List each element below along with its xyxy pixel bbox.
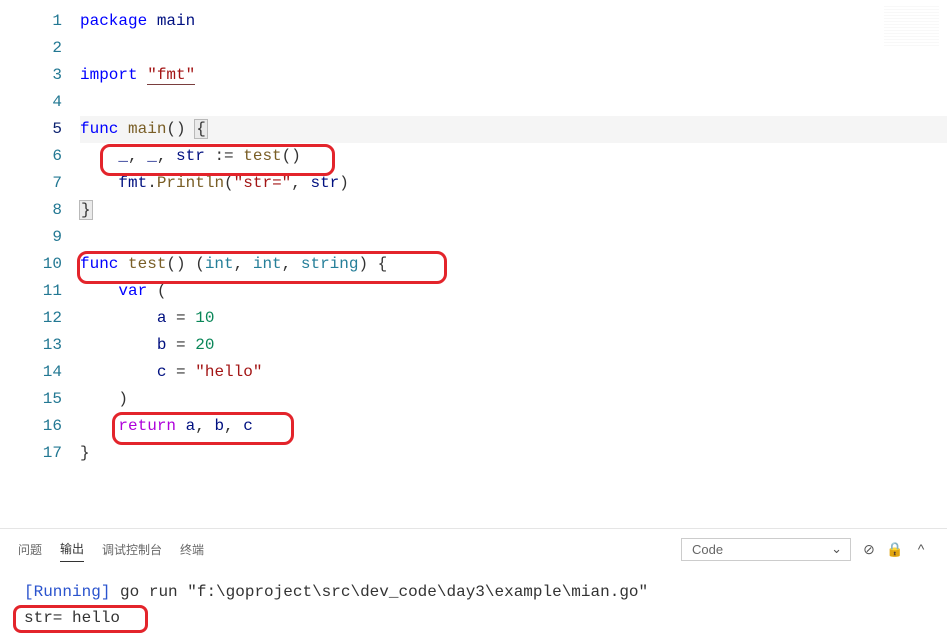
code-line[interactable]: } [80,440,947,467]
terminal-line-output: str= hello [24,605,929,631]
line-number: 17 [0,440,62,467]
code-line[interactable]: func test() (int, int, string) { [80,251,947,278]
line-number: 3 [0,62,62,89]
code-line[interactable]: import "fmt" [80,62,947,89]
code-line[interactable] [80,224,947,251]
code-content[interactable]: package main import "fmt" func main() { … [80,0,947,528]
code-line[interactable] [80,35,947,62]
code-line[interactable]: fmt.Println("str=", str) [80,170,947,197]
panel-tab[interactable]: 问题 [18,537,42,562]
code-line[interactable]: a = 10 [80,305,947,332]
line-number: 8 [0,197,62,224]
panel-tabs: 问题输出调试控制台终端 Code ⊘ 🔒 ^ [18,535,929,563]
panel-tab[interactable]: 输出 [60,536,84,562]
line-number: 4 [0,89,62,116]
chevron-up-icon[interactable]: ^ [913,541,929,557]
line-number: 16 [0,413,62,440]
terminal-line-running: [Running] go run "f:\goproject\src\dev_c… [24,579,929,605]
line-number: 12 [0,305,62,332]
line-number: 9 [0,224,62,251]
code-line[interactable]: } [80,197,947,224]
lock-icon[interactable]: 🔒 [887,541,903,557]
panel-tab[interactable]: 调试控制台 [102,537,162,562]
running-tag: [Running] [24,583,110,601]
line-number: 15 [0,386,62,413]
minimap[interactable] [884,6,939,46]
terminal-output[interactable]: [Running] go run "f:\goproject\src\dev_c… [18,563,929,631]
line-number: 2 [0,35,62,62]
code-line[interactable] [80,89,947,116]
line-number: 1 [0,8,62,35]
line-number: 6 [0,143,62,170]
line-number: 13 [0,332,62,359]
line-number: 11 [0,278,62,305]
code-line[interactable]: c = "hello" [80,359,947,386]
line-number: 10 [0,251,62,278]
panel-tab[interactable]: 终端 [180,537,204,562]
output-channel-dropdown[interactable]: Code [681,538,851,561]
code-line[interactable]: b = 20 [80,332,947,359]
code-line[interactable]: _, _, str := test() [80,143,947,170]
bottom-panel: 问题输出调试控制台终端 Code ⊘ 🔒 ^ [Running] go run … [0,528,947,641]
panel-toolbar: Code ⊘ 🔒 ^ [681,538,929,561]
code-line[interactable]: var ( [80,278,947,305]
line-number: 5 [0,116,62,143]
code-editor[interactable]: 1234567891011121314151617 package main i… [0,0,947,528]
line-gutter: 1234567891011121314151617 [0,0,80,528]
code-line[interactable]: return a, b, c [80,413,947,440]
code-line[interactable]: ) [80,386,947,413]
code-line[interactable]: package main [80,8,947,35]
line-number: 7 [0,170,62,197]
code-line[interactable]: func main() { [80,116,947,143]
clear-icon[interactable]: ⊘ [861,541,877,557]
line-number: 14 [0,359,62,386]
